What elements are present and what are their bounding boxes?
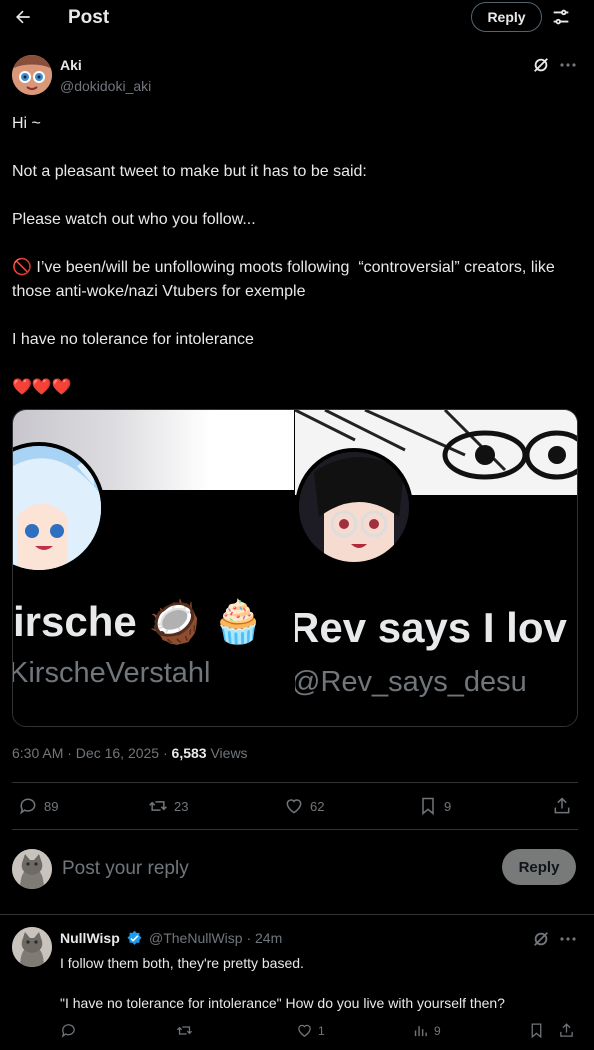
bookmark-icon [422, 797, 434, 816]
post-timestamp: 6:30 AM · Dec 16, 2025 · 6,583 Views [12, 745, 248, 761]
more-options-icon[interactable] [558, 930, 578, 948]
media-grid[interactable]: irsche 🥥 🧁 KirscheVerstahl Rev says I lo… [12, 409, 578, 727]
tweet-body: Hi ~ Not a pleasant tweet to make but it… [12, 112, 582, 400]
reply-repost-action[interactable] [176, 1022, 193, 1039]
top-bar: Post Reply [0, 0, 594, 36]
heart-icon [298, 1024, 311, 1037]
reply-icon [61, 1024, 75, 1038]
profile-handle: KirscheVerstahl [13, 657, 211, 689]
tweet-line: Please watch out who you follow... [12, 211, 256, 228]
reply-icon [20, 798, 36, 815]
grok-icon[interactable] [532, 56, 550, 74]
heart-icon [286, 799, 302, 814]
reply-like-action[interactable]: 1 [296, 1022, 325, 1039]
profile-name: irsche 🥥 🧁 [13, 598, 265, 645]
grok-icon[interactable] [532, 930, 550, 948]
repost-icon [149, 801, 167, 811]
reply-share-action[interactable] [558, 1022, 575, 1039]
timestamp-text[interactable]: 6:30 AM · Dec 16, 2025 · [12, 745, 172, 761]
repost-count: 23 [174, 798, 189, 814]
reply-views-action[interactable]: 9 [412, 1022, 441, 1039]
author-avatar[interactable] [12, 55, 52, 95]
divider [12, 829, 578, 830]
analytics-icon [414, 1026, 427, 1037]
sliders-icon[interactable] [550, 6, 572, 28]
reply-bookmark-action[interactable] [528, 1022, 545, 1039]
author-name[interactable]: Aki [60, 57, 82, 73]
profile-handle: @Rev_says_desu [295, 666, 527, 698]
reply-author-name[interactable]: NullWisp [60, 930, 120, 946]
more-options-icon[interactable] [558, 56, 578, 74]
repost-icon [176, 1026, 193, 1035]
profile-name: Rev says I lov [295, 604, 567, 651]
tweet-line: ❤️❤️❤️ [12, 379, 72, 396]
author-handle[interactable]: @dokidoki_aki [60, 78, 151, 94]
bookmark-action[interactable]: 9 [418, 796, 451, 816]
back-arrow-icon[interactable] [12, 6, 34, 28]
media-image-left[interactable]: irsche 🥥 🧁 KirscheVerstahl [13, 410, 294, 726]
share-icon [554, 797, 570, 814]
media-image-right[interactable]: Rev says I lov @Rev_says_desu [295, 410, 577, 726]
page-title: Post [68, 7, 110, 28]
profile-avatar [295, 448, 413, 566]
repost-action[interactable]: 23 [148, 796, 188, 816]
bookmark-icon [531, 1023, 542, 1039]
views-count: 6,583 [171, 745, 207, 761]
divider [0, 914, 594, 915]
reply-input[interactable] [62, 856, 482, 882]
reply-reply-action[interactable] [60, 1022, 77, 1039]
reply-submit-button[interactable]: Reply [502, 849, 576, 885]
tweet-line: Not a pleasant tweet to make but it has … [12, 163, 367, 180]
like-action[interactable]: 62 [284, 796, 324, 816]
verified-badge-icon [126, 930, 143, 947]
reply-line: "I have no tolerance for intolerance" Ho… [60, 995, 505, 1011]
divider [12, 782, 578, 783]
reply-views-count: 9 [434, 1023, 441, 1038]
reply-line: I follow them both, they're pretty based… [60, 955, 304, 971]
bookmark-count: 9 [444, 798, 452, 814]
tweet-line: I have no tolerance for intolerance [12, 331, 254, 348]
tweet-line: 🚫 I’ve been/will be unfollowing moots fo… [12, 259, 560, 300]
reply-button-top[interactable]: Reply [471, 2, 542, 32]
reply-author-handle[interactable]: @TheNullWisp · 24m [149, 930, 282, 946]
post-actions: 89 23 62 9 [12, 790, 578, 824]
views-label: Views [206, 745, 248, 761]
reply-author-avatar[interactable] [12, 927, 52, 967]
reply-like-count: 1 [318, 1023, 325, 1038]
tweet-line: Hi ~ [12, 115, 41, 132]
reply-count: 89 [44, 798, 59, 814]
share-action[interactable] [552, 796, 572, 816]
user-avatar[interactable] [12, 849, 52, 889]
reply-actions: 1 9 [60, 1020, 580, 1042]
reply-body: I follow them both, they're pretty based… [60, 953, 580, 1013]
reply-action[interactable]: 89 [18, 796, 58, 816]
like-count: 62 [310, 798, 325, 814]
share-icon [560, 1023, 573, 1037]
